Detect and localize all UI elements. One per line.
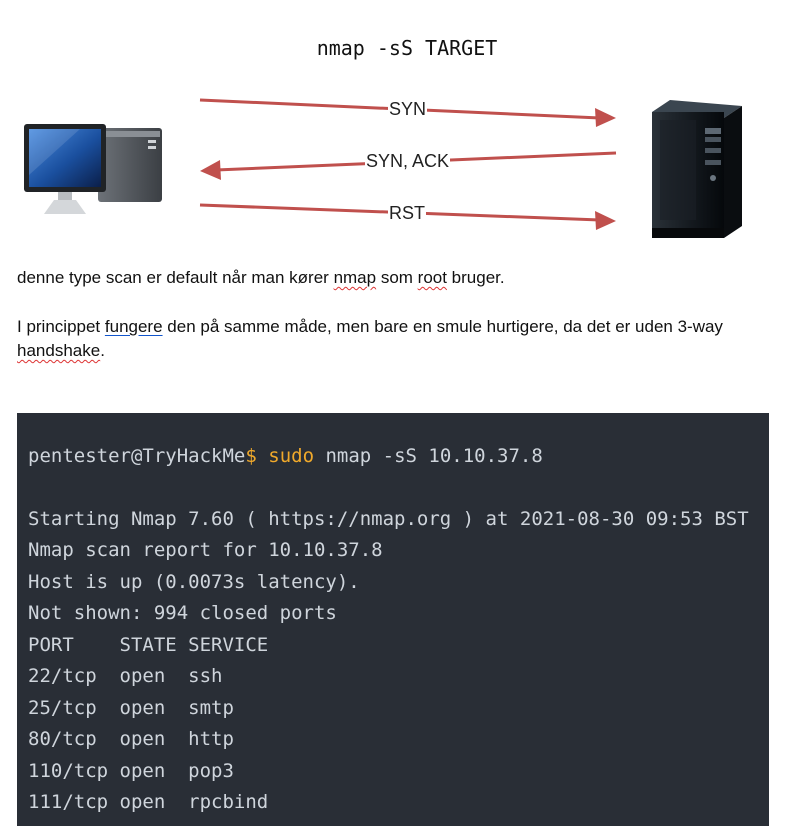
output-line: 110/tcp open pop3 bbox=[28, 760, 234, 782]
command-line: pentester@TryHackMe$ sudo nmap -sS 10.10… bbox=[28, 444, 543, 468]
syn-ack-label: SYN, ACK bbox=[365, 151, 451, 171]
paragraph-text: I princippet bbox=[17, 317, 105, 336]
paragraph-principle: I princippet fungere den på samme måde, … bbox=[17, 315, 757, 363]
output-line: 80/tcp open http bbox=[28, 728, 234, 750]
prompt-user-host: pentester@TryHackMe bbox=[28, 445, 246, 467]
output-line: Host is up (0.0073s latency). bbox=[28, 571, 360, 593]
output-line: Starting Nmap 7.60 ( https://nmap.org ) … bbox=[28, 508, 749, 530]
output-line: 111/tcp open rpcbind bbox=[28, 791, 269, 813]
terminal-output: pentester@TryHackMe$ sudo nmap -sS 10.10… bbox=[17, 413, 769, 826]
paragraph-text: bruger. bbox=[446, 268, 505, 287]
link-fungere[interactable]: fungere bbox=[105, 317, 163, 336]
output-line: Not shown: 994 closed ports bbox=[28, 602, 337, 624]
paragraph-text: den på samme måde, men bare en smule hur… bbox=[162, 317, 723, 336]
output-line: 22/tcp open ssh bbox=[28, 665, 223, 687]
spellcheck-word-root: root bbox=[417, 268, 447, 287]
syn-label: SYN bbox=[388, 99, 428, 119]
output-line: 25/tcp open smtp bbox=[28, 697, 234, 719]
paragraph-text: denne type scan er default når man kører bbox=[17, 268, 334, 287]
sudo-keyword: sudo bbox=[268, 445, 315, 467]
spellcheck-word-handshake: handshake bbox=[17, 341, 101, 360]
server-tower-icon bbox=[652, 100, 742, 238]
paragraph-text: som bbox=[376, 268, 418, 287]
three-way-handshake-diagram: nmap -sS TARGET SYN SYN, ACK RST bbox=[0, 0, 788, 260]
desktop-computer-icon bbox=[24, 124, 162, 214]
rst-label: RST bbox=[388, 203, 426, 223]
output-line: PORT STATE SERVICE bbox=[28, 634, 269, 656]
spellcheck-word-nmap: nmap bbox=[333, 268, 377, 287]
prompt-symbol: $ bbox=[245, 445, 257, 467]
paragraph-text: . bbox=[100, 341, 105, 360]
paragraph-default-scan: denne type scan er default når man kører… bbox=[17, 266, 757, 290]
command-text: nmap -sS 10.10.37.8 bbox=[314, 445, 543, 467]
output-line: Nmap scan report for 10.10.37.8 bbox=[28, 539, 383, 561]
